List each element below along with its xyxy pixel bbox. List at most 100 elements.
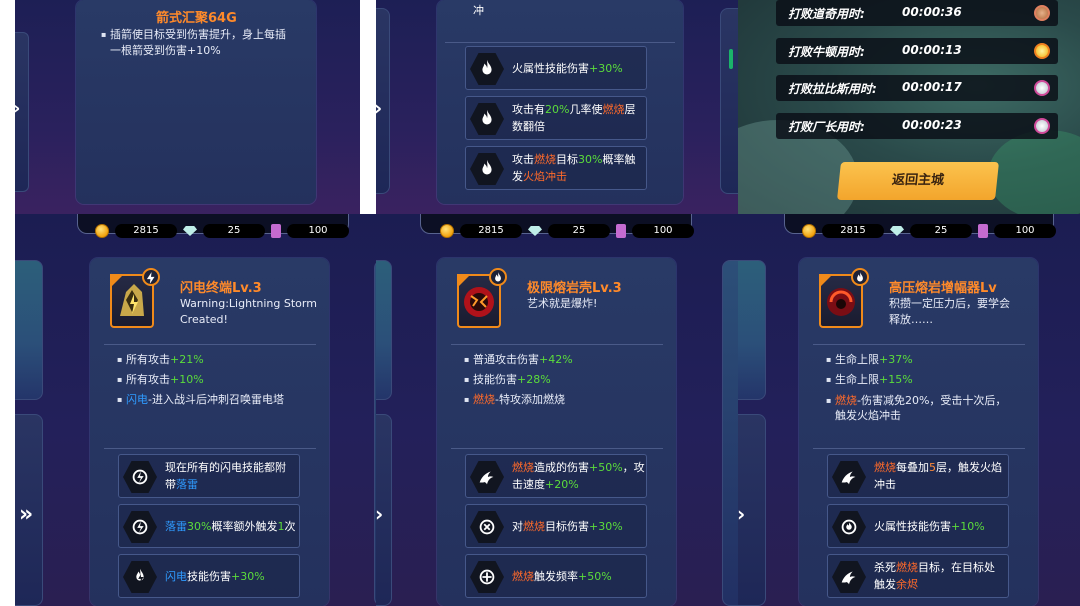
skill-text: 落雷30%概率额外触发1次 xyxy=(165,520,296,533)
top-middle-panel: › 冲 火属性技能伤害+30% 攻击有20%几率使燃烧层 数翻倍 攻击燃烧目标3… xyxy=(376,0,738,214)
divider xyxy=(813,344,1025,345)
card-desc-line1: 插箭使目标受到伤害提升，身上每插 xyxy=(101,28,286,42)
timer-row: 打败厂长用时: 00:00:23 xyxy=(776,113,1058,139)
prev-arrow-button[interactable]: › xyxy=(15,100,20,118)
currency-group: 2815 25 100 xyxy=(802,224,1056,238)
lightning-icon xyxy=(142,268,160,286)
skill-card: 高压熔岩增幅器Lv 积攒一定压力后，要学会 释放…… 生命上限+37% 生命上限… xyxy=(799,258,1038,606)
timer-row: 打败牛顿用时: 00:00:13 xyxy=(776,38,1058,64)
skill-row[interactable]: 火属性技能伤害+30% xyxy=(465,46,647,90)
skill-row[interactable]: 燃烧造成的伤害+50%，攻 击速度+20% xyxy=(465,454,647,498)
return-button[interactable]: 返回主城 xyxy=(837,162,999,200)
next-arrow-button[interactable]: › xyxy=(376,504,383,524)
skill-card: 极限熔岩壳Lv.3 艺术就是爆炸! 普通攻击伤害+42% 技能伤害+28% 燃烧… xyxy=(437,258,676,606)
skill-row[interactable]: 现在所有的闪电技能都附 带落雷 xyxy=(118,454,300,498)
gem-count: 25 xyxy=(548,224,610,238)
coin-icon xyxy=(440,224,454,238)
skill-row[interactable]: 火属性技能伤害+10% xyxy=(827,504,1009,548)
skill-row[interactable]: 燃烧触发频率+50% xyxy=(465,554,647,598)
gem-icon xyxy=(890,226,904,236)
prev-arrow-button[interactable]: » xyxy=(19,504,33,526)
coin-count: 2815 xyxy=(115,224,177,238)
skill-text: 火属性技能伤害+10% xyxy=(874,520,985,533)
bottom-right-panel: 2815 25 100 › 高压熔岩增幅器Lv 积攒一定压力后，要学会 释放……… xyxy=(738,214,1080,606)
fire-icon xyxy=(470,53,504,85)
side-card-left xyxy=(738,260,766,400)
divider xyxy=(445,42,675,43)
stat-line: 燃烧-特攻添加燃烧 xyxy=(464,393,565,407)
skill-card: 箭式汇聚64G 插箭使目标受到伤害提升，身上每插 一根箭受到伤害+10% xyxy=(76,0,316,204)
skill-row[interactable]: 攻击燃烧目标30%概率触 发火焰冲击 xyxy=(465,146,647,190)
divider xyxy=(104,448,316,449)
item-subtitle-line1: 积攒一定压力后，要学会 xyxy=(889,297,1010,310)
bronze-medal-icon xyxy=(1034,5,1050,21)
ticket-icon xyxy=(271,224,281,238)
skill-text: 攻击有20%几率使燃烧层 数翻倍 xyxy=(512,103,636,133)
item-portrait xyxy=(819,268,869,328)
fire-icon xyxy=(489,268,507,286)
burn-skill-icon xyxy=(470,511,504,543)
bottom-middle-panel: 2815 25 100 › 极限熔岩壳Lv.3 艺术就是爆炸! 普通攻击伤害+4… xyxy=(376,214,738,606)
item-subtitle: 艺术就是爆炸! xyxy=(527,297,598,310)
item-subtitle-line2: 释放…… xyxy=(889,313,933,326)
card-title: 箭式汇聚64G xyxy=(156,11,237,26)
skill-row[interactable]: 落雷30%概率额外触发1次 xyxy=(118,504,300,548)
item-portrait xyxy=(457,268,507,328)
skill-text: 现在所有的闪电技能都附 带落雷 xyxy=(165,461,286,491)
fire-icon xyxy=(470,103,504,135)
silver-medal-icon xyxy=(1034,80,1050,96)
item-title: 闪电终端Lv.3 xyxy=(180,281,262,296)
ticket-icon xyxy=(616,224,626,238)
currency-group: 2815 25 100 xyxy=(440,224,694,238)
gold-medal-icon xyxy=(1034,43,1050,59)
stat-line: 闪电-进入战斗后冲刺召唤雷电塔 xyxy=(117,393,284,407)
skill-card: 闪电终端Lv.3 Warning:Lightning Storm Created… xyxy=(90,258,329,606)
stat-line: 普通攻击伤害+42% xyxy=(464,353,573,367)
silver-medal-icon xyxy=(1034,118,1050,134)
gem-icon xyxy=(528,226,542,236)
ticket-count: 100 xyxy=(994,224,1056,238)
lightning-skill-icon xyxy=(123,561,157,593)
divider xyxy=(451,448,663,449)
divider xyxy=(813,448,1025,449)
fire-icon xyxy=(851,268,869,286)
coin-icon xyxy=(95,224,109,238)
stat-line: 所有攻击+21% xyxy=(117,353,204,367)
ticket-count: 100 xyxy=(632,224,694,238)
stat-line: 生命上限+15% xyxy=(826,373,913,387)
skill-row[interactable]: 闪电技能伤害+30% xyxy=(118,554,300,598)
ticket-icon xyxy=(978,224,988,238)
skill-row[interactable]: 杀死燃烧目标，在目标处 触发余烬 xyxy=(827,554,1009,598)
coin-icon xyxy=(802,224,816,238)
divider xyxy=(451,344,663,345)
side-card-left xyxy=(376,260,392,400)
stat-line: 所有攻击+10% xyxy=(117,373,204,387)
next-arrow-button[interactable]: › xyxy=(376,98,382,118)
skill-text: 燃烧触发频率+50% xyxy=(512,570,612,583)
background-glow xyxy=(988,130,1080,214)
skill-text: 燃烧每叠加5层，触发火焰 冲击 xyxy=(874,461,1002,491)
skill-text: 杀死燃烧目标，在目标处 触发余烬 xyxy=(874,561,995,591)
burn-skill-icon xyxy=(832,561,866,593)
results-panel: 打败道奇用时: 00:00:36 打败牛顿用时: 00:00:13 打败拉比斯用时:… xyxy=(738,0,1080,214)
coin-count: 2815 xyxy=(822,224,884,238)
lightning-skill-icon xyxy=(123,461,157,493)
side-card-right xyxy=(722,260,738,606)
burn-skill-icon xyxy=(470,461,504,493)
skill-row[interactable]: 燃烧每叠加5层，触发火焰 冲击 xyxy=(827,454,1009,498)
skill-text: 对燃烧目标伤害+30% xyxy=(512,520,623,533)
lightning-skill-icon xyxy=(123,511,157,543)
stat-line: 技能伤害+28% xyxy=(464,373,551,387)
item-title: 极限熔岩壳Lv.3 xyxy=(527,281,622,296)
skill-text: 闪电技能伤害+30% xyxy=(165,570,265,583)
ticket-count: 100 xyxy=(287,224,349,238)
partial-text: 冲 xyxy=(473,4,484,17)
item-subtitle-line1: Warning:Lightning Storm xyxy=(180,297,317,310)
next-arrow-button[interactable]: › xyxy=(738,504,745,524)
skill-row[interactable]: 对燃烧目标伤害+30% xyxy=(465,504,647,548)
fire-icon xyxy=(470,153,504,185)
skill-row[interactable]: 攻击有20%几率使燃烧层 数翻倍 xyxy=(465,96,647,140)
timer-row: 打败道奇用时: 00:00:36 xyxy=(776,0,1058,26)
divider xyxy=(104,344,316,345)
skill-card: 冲 火属性技能伤害+30% 攻击有20%几率使燃烧层 数翻倍 攻击燃烧目标30%… xyxy=(437,0,683,204)
